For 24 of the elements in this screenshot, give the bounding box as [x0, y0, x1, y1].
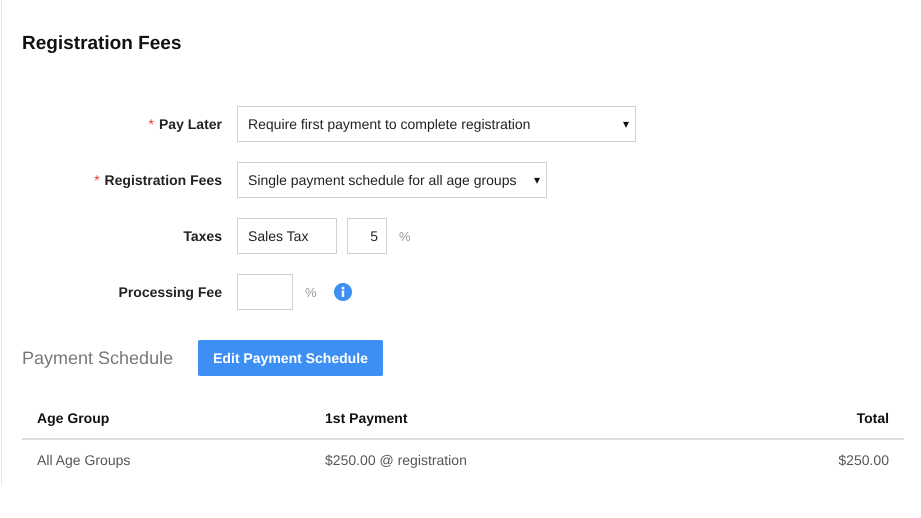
dropdown[interactable]: Single payment schedule for all age groups ▾	[237, 162, 547, 198]
fee-field[interactable]	[237, 274, 293, 310]
table-cell-text: $250.00	[837, 452, 889, 468]
info-icon[interactable]	[334, 283, 352, 301]
percent-label: %	[305, 284, 317, 300]
dropdown[interactable]: Require first payment to complete registration ▾	[237, 106, 636, 142]
table-cell-text: All Age Groups	[37, 452, 132, 468]
section-title: Registration Fees	[22, 32, 182, 56]
field-label: Taxes	[183, 228, 222, 244]
field-label: Registration Fees	[104, 172, 222, 188]
caret-icon: ▾	[534, 173, 540, 187]
column-header: Total	[856, 410, 889, 426]
required-mark: *	[94, 172, 100, 188]
tax-name-field[interactable]: Sales Tax	[237, 218, 337, 254]
column-header: Age Group	[37, 410, 110, 426]
section-heading: Payment Schedule	[22, 348, 174, 368]
field-label: Pay Later	[158, 116, 222, 132]
percent-label: %	[399, 228, 411, 244]
caret-icon: ▾	[623, 117, 629, 131]
required-mark: *	[148, 116, 154, 132]
column-header: 1st Payment	[325, 410, 408, 426]
field-label: Processing Fee	[118, 284, 222, 300]
tax-rate-field[interactable]: 5	[347, 218, 387, 254]
table-cell-text: $250.00 @ registration	[325, 452, 468, 468]
